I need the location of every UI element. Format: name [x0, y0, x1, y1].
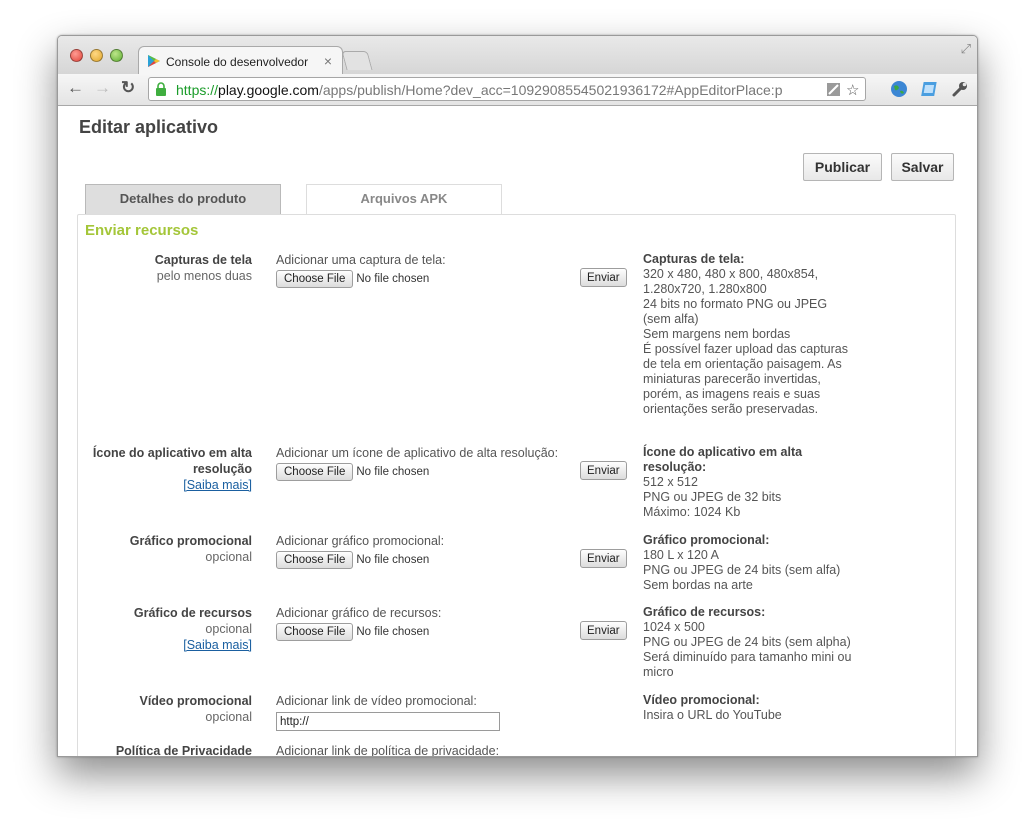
section-title: Enviar recursos — [85, 222, 199, 239]
send-feature-button[interactable]: Enviar — [580, 621, 627, 640]
feature-graphic-info: Gráfico de recursos: 1024 x 500 PNG ou J… — [643, 605, 852, 679]
choose-file-button[interactable]: Choose File — [276, 270, 354, 288]
privacy-policy-label: Política de Privacidade — [115, 744, 252, 757]
promo-graphic-field: Adicionar gráfico promocional: Choose Fi… — [276, 533, 576, 569]
publish-button[interactable]: Publicar — [803, 153, 882, 181]
lock-icon — [156, 82, 166, 96]
video-url-input[interactable] — [276, 712, 500, 731]
page-content: Editar aplicativo Publicar Salvar Detalh… — [58, 107, 977, 757]
promo-video-label: Vídeo promocional opcional — [139, 694, 252, 724]
address-bar[interactable]: https://play.google.com/apps/publish/Hom… — [148, 77, 866, 101]
tab-close-icon[interactable]: × — [324, 53, 332, 69]
hires-icon-info: Ícone do aplicativo em alta resolução: 5… — [643, 445, 803, 519]
upload-assets-panel: Enviar recursos Capturas de tela pelo me… — [77, 214, 956, 757]
screenshots-field: Adicionar uma captura de tela: Choose Fi… — [276, 252, 576, 288]
hires-icon-label: Ícone do aplicativo em alta resolução [S… — [78, 445, 252, 493]
page-action-icon[interactable] — [826, 82, 841, 97]
page-title: Editar aplicativo — [79, 117, 219, 137]
screenshots-info: Capturas de tela: 320 x 480, 480 x 800, … — [643, 252, 848, 416]
file-status: No file chosen — [356, 554, 430, 566]
fullscreen-icon[interactable]: ⤢ — [961, 41, 971, 57]
send-screenshot-button[interactable]: Enviar — [580, 268, 627, 287]
reload-icon[interactable]: ↻ — [121, 78, 135, 98]
screenshots-label: Capturas de tela pelo menos duas — [154, 253, 252, 283]
promo-video-field: Adicionar link de vídeo promocional: — [276, 693, 576, 731]
feature-graphic-field: Adicionar gráfico de recursos: Choose Fi… — [276, 605, 576, 641]
choose-file-button[interactable]: Choose File — [276, 463, 354, 481]
file-status: No file chosen — [356, 273, 430, 285]
minimize-window-button[interactable] — [90, 49, 103, 62]
wrench-icon[interactable] — [951, 80, 969, 98]
promo-graphic-info: Gráfico promocional: 180 L x 120 A PNG o… — [643, 533, 841, 592]
google-play-icon — [148, 55, 160, 67]
bookmark-star-icon[interactable]: ☆ — [846, 81, 859, 99]
send-promo-button[interactable]: Enviar — [580, 549, 627, 568]
privacy-policy-field: Adicionar link de política de privacidad… — [276, 744, 500, 757]
choose-file-button[interactable]: Choose File — [276, 551, 354, 569]
new-tab-button[interactable] — [341, 51, 373, 70]
send-icon-button[interactable]: Enviar — [580, 461, 627, 480]
globe-icon[interactable] — [890, 80, 908, 98]
extension-icon[interactable] — [921, 80, 939, 98]
file-status: No file chosen — [356, 466, 430, 478]
close-window-button[interactable] — [70, 49, 83, 62]
promo-video-info: Vídeo promocional: Insira o URL do YouTu… — [643, 693, 782, 722]
back-icon[interactable]: ← — [67, 78, 84, 98]
maximize-window-button[interactable] — [110, 49, 123, 62]
browser-tab[interactable]: Console do desenvolvedor × — [138, 46, 343, 75]
tab-title: Console do desenvolvedor — [166, 55, 309, 69]
save-button[interactable]: Salvar — [891, 153, 954, 181]
hires-icon-field: Adicionar um ícone de aplicativo de alta… — [276, 445, 576, 481]
browser-window: Console do desenvolvedor × ⤢ ← → ↻ https… — [57, 35, 978, 757]
tab-product-details[interactable]: Detalhes do produto — [85, 184, 281, 214]
browser-toolbar: ← → ↻ https://play.google.com/apps/publi… — [58, 74, 977, 106]
file-status: No file chosen — [356, 626, 430, 638]
url-text: https://play.google.com/apps/publish/Hom… — [176, 82, 783, 98]
choose-file-button[interactable]: Choose File — [276, 623, 354, 641]
title-bar: Console do desenvolvedor × ⤢ — [58, 36, 977, 75]
promo-graphic-label: Gráfico promocional opcional — [129, 534, 252, 564]
forward-icon[interactable]: → — [94, 78, 111, 98]
feature-graphic-label: Gráfico de recursos opcional [Saiba mais… — [78, 605, 252, 653]
learn-more-link[interactable]: [Saiba mais] — [78, 637, 252, 653]
learn-more-link[interactable]: [Saiba mais] — [78, 477, 252, 493]
tab-apk-files[interactable]: Arquivos APK — [306, 184, 502, 214]
